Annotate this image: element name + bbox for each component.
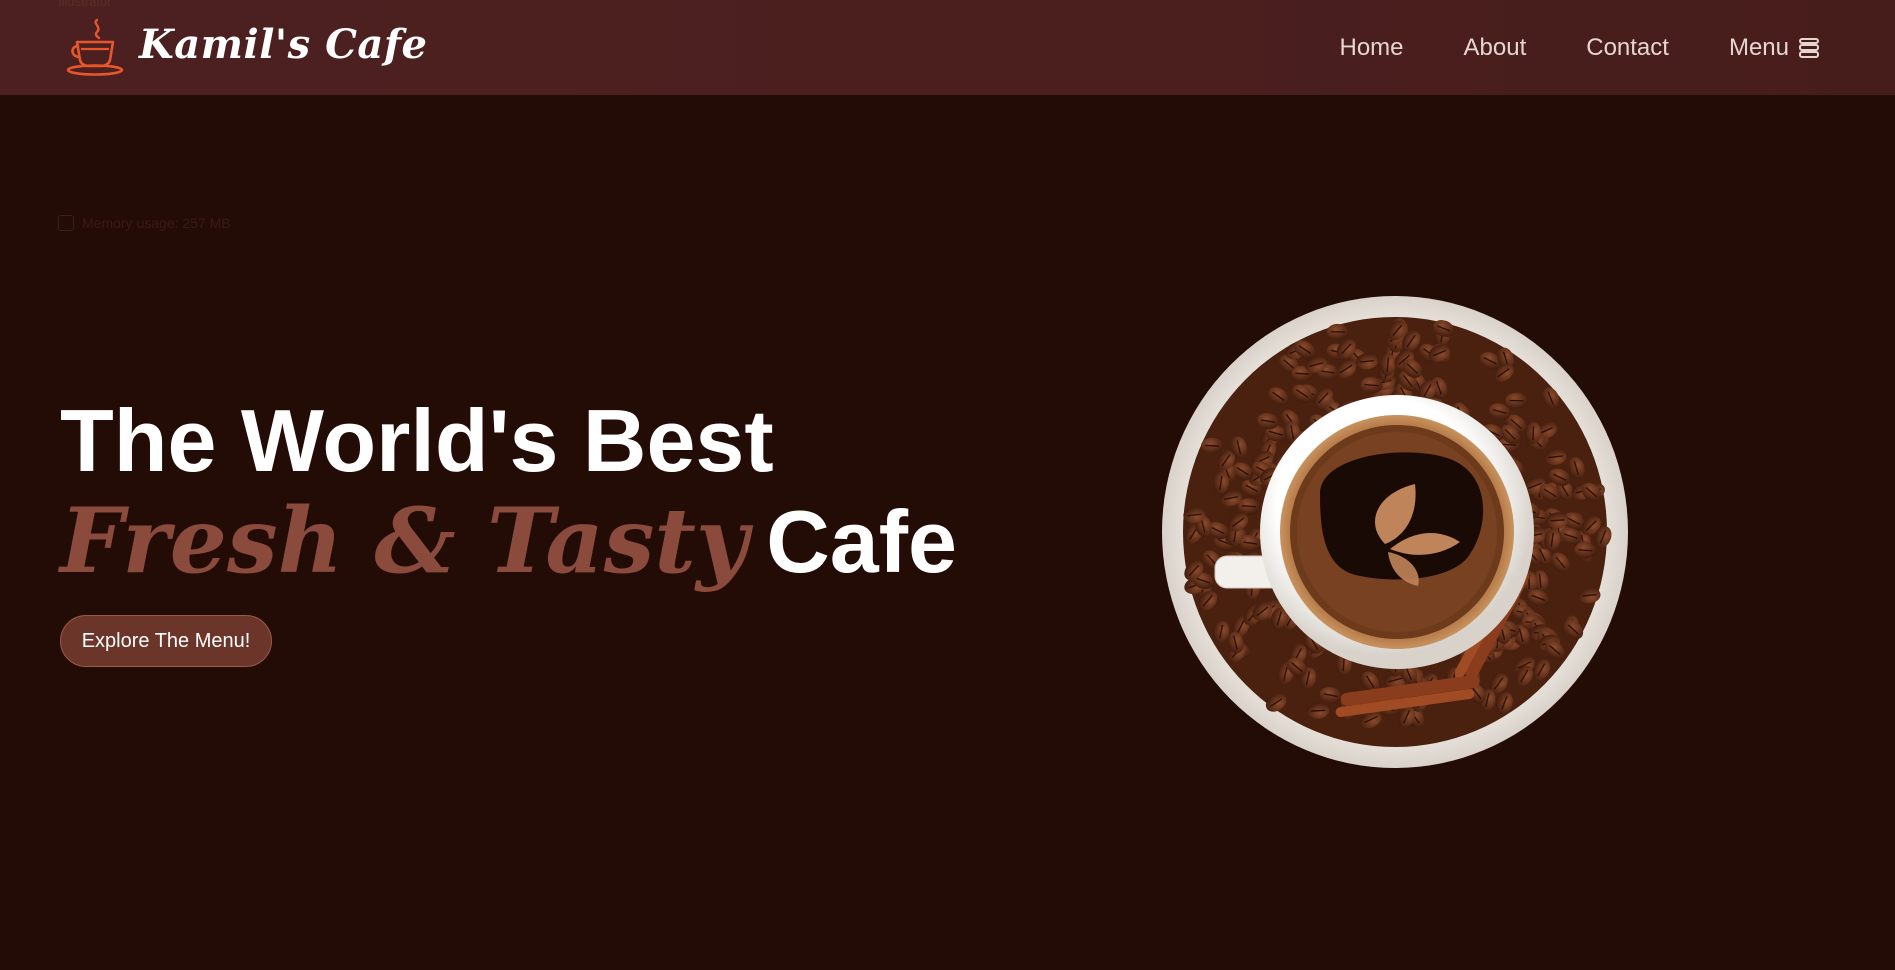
nav-menu-label: Menu xyxy=(1728,33,1789,61)
nav-contact-link[interactable]: Contact xyxy=(1586,34,1669,62)
nav-home-link[interactable]: Home xyxy=(1339,34,1403,62)
overlay-top-text: Illustrator xyxy=(58,0,112,9)
nav-about-link[interactable]: About xyxy=(1464,34,1527,62)
coffee-cup-illustration xyxy=(1162,296,1628,768)
brand-link[interactable]: Kamil's Cafe xyxy=(65,16,428,76)
main-nav: Home About Contact Menu xyxy=(1339,0,1819,95)
memory-usage-text: Memory usage: 257 MB xyxy=(82,215,231,231)
hero-title-line2: Fresh & Tasty Cafe xyxy=(60,491,957,618)
brand-name: Kamil's Cafe xyxy=(139,20,428,68)
hero-cafe-text: Cafe xyxy=(766,492,957,591)
coffee-cup-icon xyxy=(66,18,124,76)
hero-heading: The World's Best Fresh & Tasty Cafe xyxy=(60,395,957,618)
page: Illustrator Kamil's Cafe Home About Cont… xyxy=(0,0,1895,970)
memory-icon xyxy=(58,215,74,231)
navbar: Illustrator Kamil's Cafe Home About Cont… xyxy=(0,0,1895,95)
menu-icon xyxy=(1799,37,1819,58)
hero-title-line1: The World's Best xyxy=(60,391,774,490)
hero-accent-text: Fresh & Tasty xyxy=(60,488,749,594)
explore-menu-button[interactable]: Explore The Menu! xyxy=(60,615,272,667)
memory-usage-overlay: Memory usage: 257 MB xyxy=(58,215,231,231)
nav-menu-button[interactable]: Menu xyxy=(1729,34,1819,62)
